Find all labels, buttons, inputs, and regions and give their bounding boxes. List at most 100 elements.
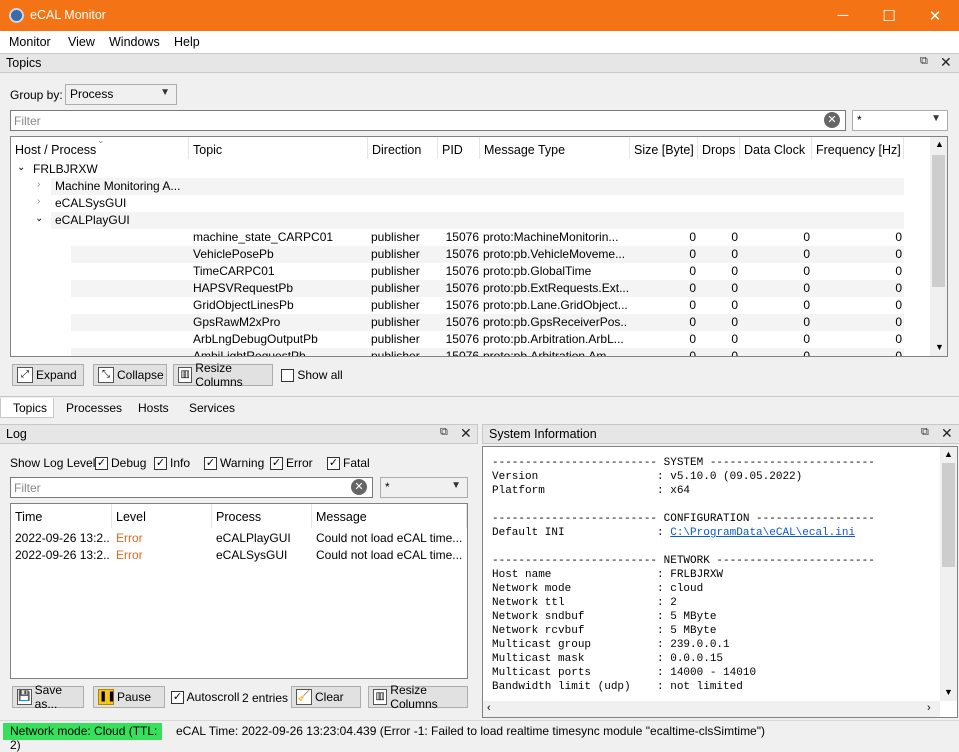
topic-pid: 15076	[445, 349, 479, 357]
topic-row[interactable]: HAPSVRequestPb publisher 15076 proto:pb.Ext…	[71, 280, 904, 297]
tree-row-host[interactable]: ⌄ FRLBJRXW	[11, 161, 904, 178]
autoscroll-checkbox[interactable]: ✓ Autoscroll	[171, 690, 239, 705]
tab-topics[interactable]: Topics	[0, 398, 54, 418]
log-time: 2022-09-26 13:2...	[15, 531, 110, 545]
sysinfo-line: ------------------------- CONFIGURATION …	[492, 512, 942, 526]
topic-data-clock: 0	[803, 264, 810, 278]
scrollbar-thumb[interactable]	[942, 463, 955, 567]
topic-filter-scope[interactable]: * ▼	[852, 110, 948, 131]
col-drops[interactable]: Drops	[698, 137, 740, 159]
log-col-time[interactable]: Time	[11, 504, 112, 528]
log-col-process[interactable]: Process	[212, 504, 312, 528]
col-direction[interactable]: Direction	[368, 137, 438, 159]
log-level-warning-checkbox[interactable]: ✓ Warning	[204, 456, 264, 471]
col-frequency[interactable]: Frequency [Hz]	[812, 137, 904, 159]
log-resize-columns-button[interactable]: ▥ Resize Columns	[368, 683, 468, 711]
close-icon[interactable]: ✕	[460, 425, 472, 442]
close-button[interactable]: ✕	[912, 0, 958, 31]
expand-button[interactable]: ⤢ Expand	[12, 364, 84, 386]
sysinfo-panel[interactable]: ------------------------- SYSTEM -------…	[482, 446, 958, 718]
col-size[interactable]: Size [Byte]	[630, 137, 698, 159]
topic-row[interactable]: GridObjectLinesPb publisher 15076 proto:pb.…	[71, 297, 904, 314]
group-by-select[interactable]: Process ▼	[65, 84, 177, 105]
log-filter-input[interactable]: Filter	[10, 477, 373, 498]
log-col-level[interactable]: Level	[112, 504, 212, 528]
scroll-down-icon[interactable]: ▼	[944, 687, 953, 697]
topic-tree[interactable]: Host / Process ⌄ Topic Direction PID Mes…	[10, 136, 948, 357]
menu-view[interactable]: View	[68, 35, 95, 49]
log-dock-header: Log ⧉ ✕	[0, 424, 478, 444]
clear-button[interactable]: 🧹 Clear	[291, 686, 361, 708]
col-topic[interactable]: Topic	[189, 137, 368, 159]
show-all-checkbox[interactable]: Show all	[281, 368, 343, 383]
float-icon[interactable]: ⧉	[440, 426, 448, 439]
topic-direction: publisher	[371, 349, 420, 357]
sysinfo-text: Host name : FRLBJRXW	[492, 569, 724, 581]
ecal-app-icon	[9, 8, 24, 23]
topic-name: GpsRawM2xPro	[193, 315, 281, 329]
log-filter-scope[interactable]: * ▼	[380, 477, 468, 498]
tree-row-process[interactable]: › Machine Monitoring A...	[37, 178, 904, 195]
float-icon[interactable]: ⧉	[921, 426, 929, 439]
log-level-error-checkbox[interactable]: ✓ Error	[270, 456, 313, 471]
group-by-value: Process	[70, 87, 114, 101]
log-table[interactable]: Time Level Process Message 2022-09-26 13…	[10, 503, 468, 679]
log-row[interactable]: 2022-09-26 13:2... Error eCALPlayGUI Could …	[11, 530, 467, 547]
topic-drops: 0	[731, 315, 738, 329]
checkbox-checked: ✓	[171, 691, 184, 705]
log-level-debug-checkbox[interactable]: ✓ Debug	[95, 456, 146, 471]
scroll-up-icon[interactable]: ▲	[944, 449, 953, 459]
log-level-info-checkbox[interactable]: ✓ Info	[154, 456, 190, 471]
sysinfo-hscrollbar[interactable]: ‹ ›	[483, 701, 940, 717]
tree-row-process[interactable]: › eCALSysGUI	[37, 195, 904, 212]
resize-columns-button[interactable]: ▥ Resize Columns	[173, 361, 273, 389]
scroll-right-icon[interactable]: ›	[927, 702, 931, 714]
scroll-left-icon[interactable]: ‹	[487, 702, 491, 714]
topic-row[interactable]: ArbLngDebugOutputPb publisher 15076 proto:p…	[71, 331, 904, 348]
log-level-fatal-checkbox[interactable]: ✓ Fatal	[327, 456, 370, 471]
collapse-button[interactable]: ⤡ Collapse	[93, 364, 167, 386]
tree-row-process[interactable]: ⌄ eCALPlayGUI	[35, 212, 904, 229]
tab-hosts[interactable]: Hosts	[138, 398, 169, 418]
topic-tree-scrollbar[interactable]: ▲ ▼	[930, 137, 947, 356]
topic-frequency: 0	[895, 230, 902, 244]
close-icon[interactable]: ✕	[940, 54, 952, 71]
log-row[interactable]: 2022-09-26 13:2... Error eCALSysGUI Could n…	[11, 547, 467, 564]
topic-row[interactable]: GpsRawM2xPro publisher 15076 proto:pb.GpsRe…	[71, 314, 904, 331]
clear-filter-icon[interactable]: ✕	[351, 479, 367, 495]
minimize-button[interactable]: ─	[820, 0, 866, 31]
tab-processes[interactable]: Processes	[66, 398, 122, 418]
scrollbar-thumb[interactable]	[932, 155, 945, 287]
col-pid[interactable]: PID	[438, 137, 480, 159]
topic-row[interactable]: machine_state_CARPC01 publisher 15076 proto…	[71, 229, 904, 246]
scroll-down-icon[interactable]: ▼	[935, 342, 944, 352]
topic-row[interactable]: VehiclePosePb publisher 15076 proto:pb.Vehi…	[71, 246, 904, 263]
sysinfo-line: Network ttl : 2	[492, 596, 942, 610]
col-data-clock[interactable]: Data Clock	[740, 137, 812, 159]
sysinfo-vscrollbar[interactable]: ▲ ▼	[940, 447, 957, 701]
save-as-button[interactable]: 💾 Save as...	[12, 683, 84, 711]
close-icon[interactable]: ✕	[941, 425, 953, 442]
process-name: Machine Monitoring A...	[55, 179, 181, 193]
clear-filter-icon[interactable]: ✕	[824, 112, 840, 128]
log-col-message[interactable]: Message	[312, 504, 467, 528]
menu-help[interactable]: Help	[174, 35, 200, 49]
maximize-button[interactable]: ☐	[866, 0, 912, 31]
float-icon[interactable]: ⧉	[920, 55, 928, 68]
menu-monitor[interactable]: Monitor	[9, 35, 51, 49]
pause-button[interactable]: ❚❚ Pause	[93, 686, 165, 708]
tab-services[interactable]: Services	[189, 398, 235, 418]
sysinfo-line	[492, 498, 942, 512]
menu-windows[interactable]: Windows	[109, 35, 160, 49]
sysinfo-line: Bandwidth limit (udp) : not limited	[492, 680, 942, 694]
topic-row[interactable]: AmbiLightRequestPb publisher 15076 proto:pb…	[71, 348, 904, 357]
col-message-type[interactable]: Message Type	[480, 137, 630, 159]
topic-filter-input[interactable]: Filter	[10, 110, 846, 131]
sysinfo-text: Default INI :	[492, 527, 671, 539]
topic-data-clock: 0	[803, 315, 810, 329]
default-ini-link[interactable]: C:\ProgramData\eCAL\ecal.ini	[670, 527, 855, 539]
topic-row[interactable]: TimeCARPC01 publisher 15076 proto:pb.Global…	[71, 263, 904, 280]
sysinfo-line: Host name : FRLBJRXW	[492, 568, 942, 582]
scroll-up-icon[interactable]: ▲	[935, 139, 944, 149]
topics-dock-title: Topics	[6, 56, 42, 70]
